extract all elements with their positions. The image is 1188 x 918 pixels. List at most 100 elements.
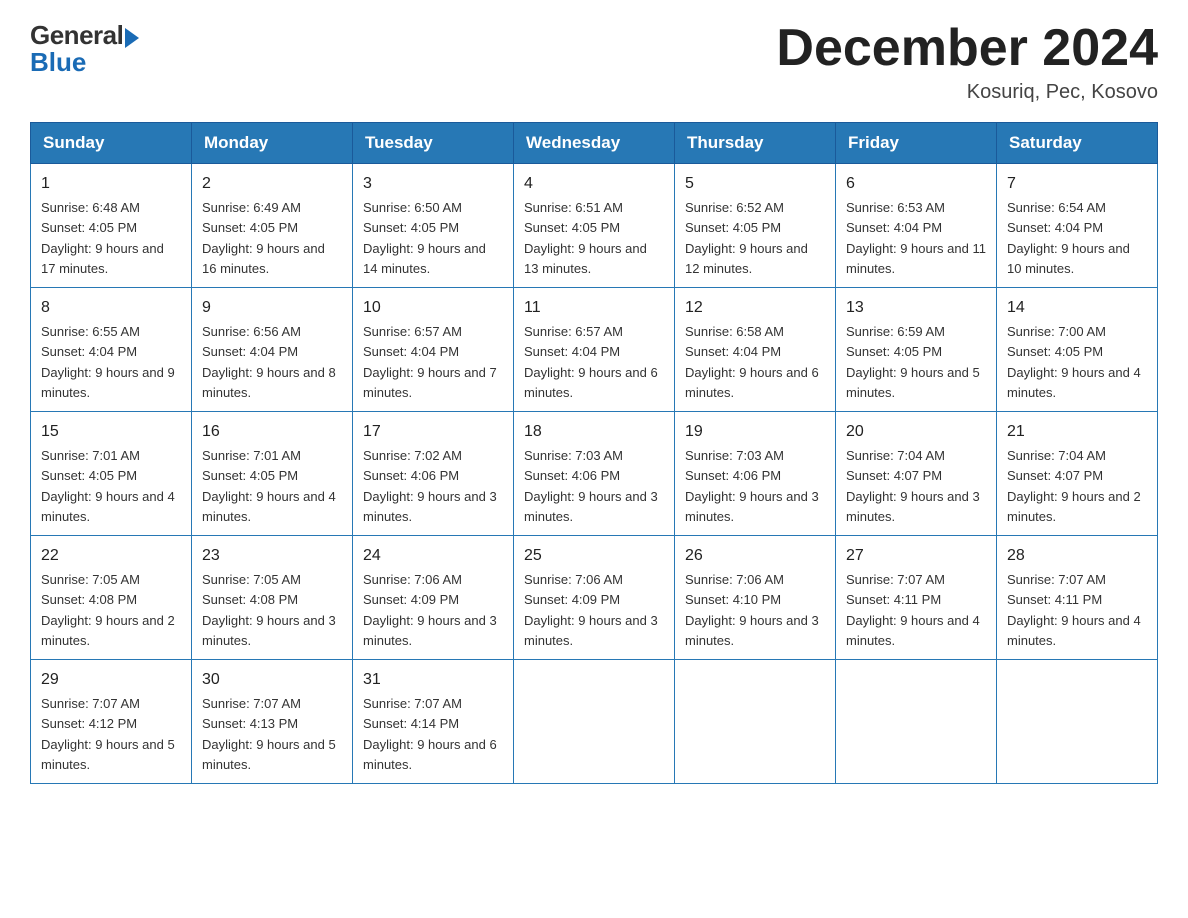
calendar-cell: 9 Sunrise: 6:56 AMSunset: 4:04 PMDayligh… [192,288,353,412]
calendar-cell: 20 Sunrise: 7:04 AMSunset: 4:07 PMDaylig… [836,412,997,536]
location-text: Kosuriq, Pec, Kosovo [776,81,1158,104]
day-info: Sunrise: 7:06 AMSunset: 4:10 PMDaylight:… [685,572,819,648]
day-info: Sunrise: 7:06 AMSunset: 4:09 PMDaylight:… [363,572,497,648]
day-header-wednesday: Wednesday [514,123,675,164]
day-info: Sunrise: 7:00 AMSunset: 4:05 PMDaylight:… [1007,324,1141,400]
day-info: Sunrise: 6:53 AMSunset: 4:04 PMDaylight:… [846,200,986,276]
calendar-cell: 17 Sunrise: 7:02 AMSunset: 4:06 PMDaylig… [353,412,514,536]
calendar-cell: 14 Sunrise: 7:00 AMSunset: 4:05 PMDaylig… [997,288,1158,412]
day-info: Sunrise: 6:58 AMSunset: 4:04 PMDaylight:… [685,324,819,400]
week-row-4: 22 Sunrise: 7:05 AMSunset: 4:08 PMDaylig… [31,536,1158,660]
calendar-cell: 10 Sunrise: 6:57 AMSunset: 4:04 PMDaylig… [353,288,514,412]
calendar-cell: 4 Sunrise: 6:51 AMSunset: 4:05 PMDayligh… [514,164,675,288]
day-header-thursday: Thursday [675,123,836,164]
calendar-cell: 2 Sunrise: 6:49 AMSunset: 4:05 PMDayligh… [192,164,353,288]
day-number: 10 [363,296,503,320]
calendar-cell: 11 Sunrise: 6:57 AMSunset: 4:04 PMDaylig… [514,288,675,412]
week-row-1: 1 Sunrise: 6:48 AMSunset: 4:05 PMDayligh… [31,164,1158,288]
calendar-cell: 12 Sunrise: 6:58 AMSunset: 4:04 PMDaylig… [675,288,836,412]
day-number: 7 [1007,172,1147,196]
calendar-cell: 21 Sunrise: 7:04 AMSunset: 4:07 PMDaylig… [997,412,1158,536]
day-number: 22 [41,544,181,568]
day-number: 6 [846,172,986,196]
day-number: 16 [202,420,342,444]
calendar-cell [836,660,997,784]
day-header-sunday: Sunday [31,123,192,164]
calendar-cell: 6 Sunrise: 6:53 AMSunset: 4:04 PMDayligh… [836,164,997,288]
day-info: Sunrise: 7:07 AMSunset: 4:13 PMDaylight:… [202,696,336,772]
calendar-cell: 7 Sunrise: 6:54 AMSunset: 4:04 PMDayligh… [997,164,1158,288]
day-info: Sunrise: 6:59 AMSunset: 4:05 PMDaylight:… [846,324,980,400]
day-info: Sunrise: 6:49 AMSunset: 4:05 PMDaylight:… [202,200,325,276]
logo: General Blue [30,20,139,78]
calendar-cell: 27 Sunrise: 7:07 AMSunset: 4:11 PMDaylig… [836,536,997,660]
day-info: Sunrise: 7:03 AMSunset: 4:06 PMDaylight:… [685,448,819,524]
day-number: 24 [363,544,503,568]
calendar-cell: 16 Sunrise: 7:01 AMSunset: 4:05 PMDaylig… [192,412,353,536]
calendar-cell: 13 Sunrise: 6:59 AMSunset: 4:05 PMDaylig… [836,288,997,412]
day-number: 3 [363,172,503,196]
day-number: 30 [202,668,342,692]
calendar-cell: 5 Sunrise: 6:52 AMSunset: 4:05 PMDayligh… [675,164,836,288]
calendar-cell: 18 Sunrise: 7:03 AMSunset: 4:06 PMDaylig… [514,412,675,536]
day-info: Sunrise: 7:07 AMSunset: 4:12 PMDaylight:… [41,696,175,772]
week-row-2: 8 Sunrise: 6:55 AMSunset: 4:04 PMDayligh… [31,288,1158,412]
day-number: 27 [846,544,986,568]
day-number: 5 [685,172,825,196]
day-info: Sunrise: 7:04 AMSunset: 4:07 PMDaylight:… [846,448,980,524]
day-number: 19 [685,420,825,444]
day-info: Sunrise: 6:54 AMSunset: 4:04 PMDaylight:… [1007,200,1130,276]
calendar-cell: 25 Sunrise: 7:06 AMSunset: 4:09 PMDaylig… [514,536,675,660]
calendar-cell: 1 Sunrise: 6:48 AMSunset: 4:05 PMDayligh… [31,164,192,288]
day-number: 11 [524,296,664,320]
day-number: 17 [363,420,503,444]
calendar-cell: 26 Sunrise: 7:06 AMSunset: 4:10 PMDaylig… [675,536,836,660]
calendar-cell [675,660,836,784]
calendar-cell: 22 Sunrise: 7:05 AMSunset: 4:08 PMDaylig… [31,536,192,660]
calendar-table: SundayMondayTuesdayWednesdayThursdayFrid… [30,122,1158,784]
logo-blue-text: Blue [30,47,86,78]
day-number: 14 [1007,296,1147,320]
day-number: 31 [363,668,503,692]
day-number: 29 [41,668,181,692]
day-info: Sunrise: 6:57 AMSunset: 4:04 PMDaylight:… [363,324,497,400]
day-info: Sunrise: 7:06 AMSunset: 4:09 PMDaylight:… [524,572,658,648]
page-header: General Blue December 2024 Kosuriq, Pec,… [30,20,1158,104]
day-info: Sunrise: 6:55 AMSunset: 4:04 PMDaylight:… [41,324,175,400]
day-number: 20 [846,420,986,444]
day-info: Sunrise: 6:56 AMSunset: 4:04 PMDaylight:… [202,324,336,400]
calendar-cell: 19 Sunrise: 7:03 AMSunset: 4:06 PMDaylig… [675,412,836,536]
day-info: Sunrise: 7:07 AMSunset: 4:11 PMDaylight:… [846,572,980,648]
calendar-cell [514,660,675,784]
calendar-cell: 31 Sunrise: 7:07 AMSunset: 4:14 PMDaylig… [353,660,514,784]
day-info: Sunrise: 6:57 AMSunset: 4:04 PMDaylight:… [524,324,658,400]
day-header-tuesday: Tuesday [353,123,514,164]
day-number: 4 [524,172,664,196]
day-number: 2 [202,172,342,196]
calendar-cell: 24 Sunrise: 7:06 AMSunset: 4:09 PMDaylig… [353,536,514,660]
day-number: 13 [846,296,986,320]
title-section: December 2024 Kosuriq, Pec, Kosovo [776,20,1158,104]
calendar-cell: 30 Sunrise: 7:07 AMSunset: 4:13 PMDaylig… [192,660,353,784]
logo-arrow-icon [125,28,139,48]
day-info: Sunrise: 7:05 AMSunset: 4:08 PMDaylight:… [202,572,336,648]
days-header-row: SundayMondayTuesdayWednesdayThursdayFrid… [31,123,1158,164]
week-row-5: 29 Sunrise: 7:07 AMSunset: 4:12 PMDaylig… [31,660,1158,784]
day-info: Sunrise: 7:01 AMSunset: 4:05 PMDaylight:… [202,448,336,524]
day-number: 26 [685,544,825,568]
day-number: 1 [41,172,181,196]
day-info: Sunrise: 7:04 AMSunset: 4:07 PMDaylight:… [1007,448,1141,524]
day-info: Sunrise: 7:02 AMSunset: 4:06 PMDaylight:… [363,448,497,524]
day-header-friday: Friday [836,123,997,164]
day-number: 8 [41,296,181,320]
day-number: 9 [202,296,342,320]
day-info: Sunrise: 6:51 AMSunset: 4:05 PMDaylight:… [524,200,647,276]
day-number: 28 [1007,544,1147,568]
month-title: December 2024 [776,20,1158,77]
calendar-cell: 3 Sunrise: 6:50 AMSunset: 4:05 PMDayligh… [353,164,514,288]
day-info: Sunrise: 7:05 AMSunset: 4:08 PMDaylight:… [41,572,175,648]
day-info: Sunrise: 6:50 AMSunset: 4:05 PMDaylight:… [363,200,486,276]
calendar-cell [997,660,1158,784]
day-number: 12 [685,296,825,320]
day-info: Sunrise: 7:01 AMSunset: 4:05 PMDaylight:… [41,448,175,524]
